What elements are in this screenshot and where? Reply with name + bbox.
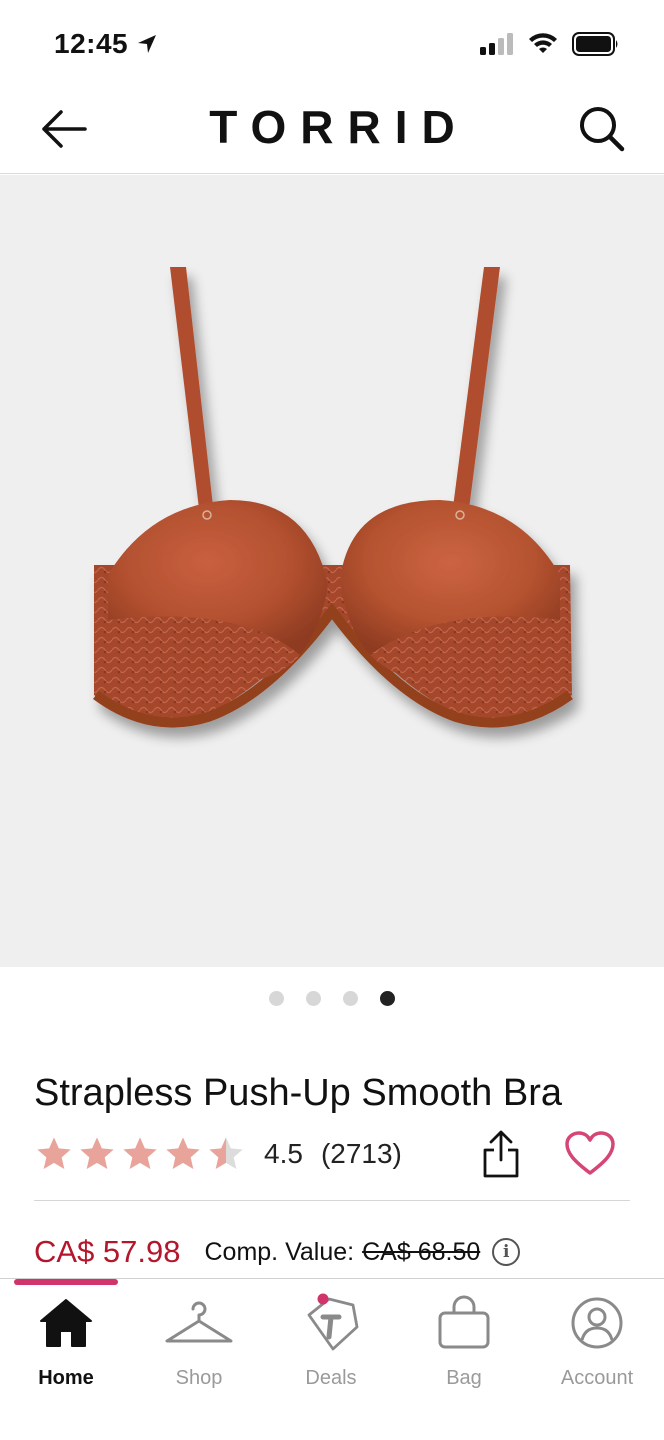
carousel-dot-3[interactable] bbox=[343, 991, 358, 1006]
carousel-dot-2[interactable] bbox=[306, 991, 321, 1006]
nav-bag[interactable]: Bag bbox=[398, 1291, 530, 1411]
status-icons bbox=[480, 32, 620, 56]
home-icon bbox=[40, 1299, 92, 1347]
nav-home[interactable]: Home bbox=[0, 1291, 132, 1411]
wifi-icon bbox=[529, 33, 557, 53]
active-tab-indicator bbox=[14, 1279, 118, 1285]
status-bar: 12:45 bbox=[0, 0, 664, 90]
star-icon bbox=[166, 1137, 200, 1169]
search-icon bbox=[580, 107, 625, 152]
price-row: CA$ 57.98 Comp. Value: CA$ 68.50 i bbox=[34, 1230, 634, 1274]
rating-value: 4.5 bbox=[264, 1138, 303, 1169]
bag-icon bbox=[438, 1295, 490, 1349]
wishlist-button[interactable] bbox=[562, 1128, 618, 1180]
product-image[interactable] bbox=[0, 175, 664, 967]
app-header: TORRID bbox=[0, 90, 664, 174]
clock-text: 12:45 bbox=[54, 28, 129, 59]
nav-account[interactable]: Account bbox=[531, 1291, 663, 1411]
review-count[interactable]: (2713) bbox=[321, 1138, 402, 1170]
battery-icon bbox=[572, 32, 618, 56]
signal-icon bbox=[480, 33, 513, 55]
comp-value-label: Comp. Value: bbox=[204, 1237, 355, 1266]
carousel-dot-1[interactable] bbox=[269, 991, 284, 1006]
nav-account-label: Account bbox=[560, 1367, 634, 1389]
carousel-dot-4-active[interactable] bbox=[380, 991, 395, 1006]
hanger-icon bbox=[165, 1301, 233, 1343]
account-icon bbox=[571, 1297, 623, 1349]
star-icon bbox=[123, 1137, 157, 1169]
nav-shop[interactable]: Shop bbox=[133, 1291, 265, 1411]
product-photo-bra bbox=[93, 267, 573, 728]
nav-home-label: Home bbox=[38, 1367, 94, 1389]
status-time: 12:45 bbox=[54, 28, 158, 60]
share-icon bbox=[483, 1130, 519, 1178]
sale-price: CA$ 57.98 bbox=[34, 1234, 181, 1269]
half-star-icon bbox=[209, 1137, 243, 1169]
nav-deals[interactable]: Deals bbox=[265, 1291, 397, 1411]
nav-shop-label: Shop bbox=[175, 1367, 223, 1389]
tag-icon bbox=[307, 1293, 359, 1351]
star-icon bbox=[80, 1137, 114, 1169]
heart-icon bbox=[565, 1131, 615, 1175]
comp-value-price: CA$ 68.50 bbox=[362, 1237, 481, 1266]
star-icon bbox=[37, 1137, 71, 1169]
star-rating[interactable] bbox=[34, 1134, 246, 1174]
rating-row: 4.5 (2713) bbox=[34, 1128, 630, 1180]
search-button[interactable] bbox=[574, 102, 630, 156]
section-divider bbox=[34, 1200, 630, 1201]
nav-deals-label: Deals bbox=[305, 1367, 357, 1389]
location-arrow-icon bbox=[138, 35, 157, 53]
info-icon[interactable]: i bbox=[492, 1238, 521, 1266]
share-button[interactable] bbox=[476, 1128, 526, 1180]
nav-bag-label: Bag bbox=[446, 1367, 482, 1389]
brand-logo[interactable]: TORRID bbox=[0, 100, 664, 154]
product-title: Strapless Push-Up Smooth Bra bbox=[34, 1072, 563, 1114]
bottom-navigation: Home Shop Deals Bag Account bbox=[0, 1278, 664, 1440]
image-carousel-dots bbox=[0, 991, 664, 1006]
